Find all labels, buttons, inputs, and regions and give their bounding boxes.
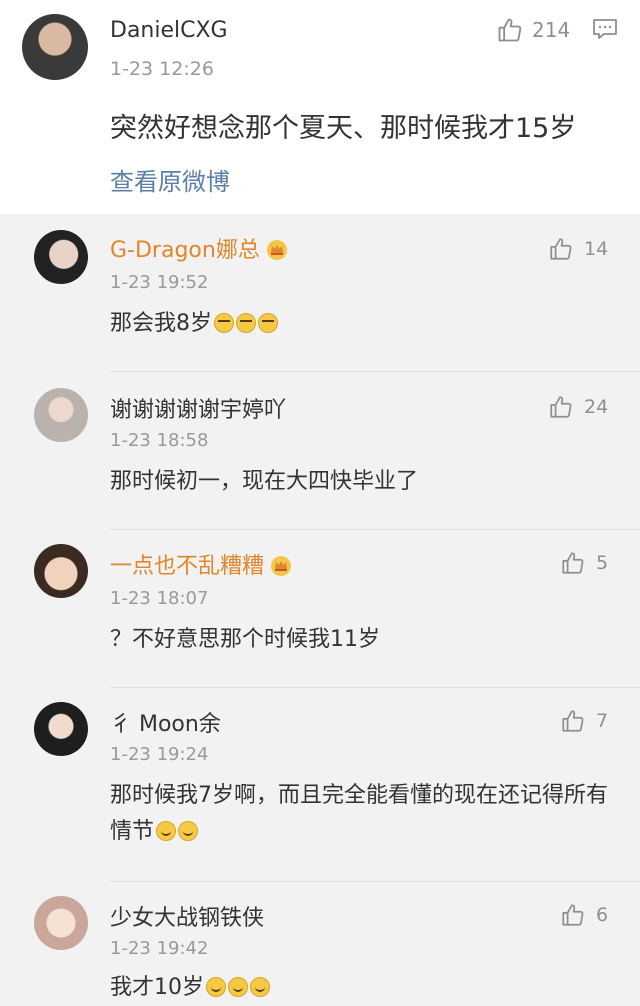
reply-username[interactable]: 彳 Moon余 xyxy=(110,706,221,738)
like-count: 214 xyxy=(532,18,571,42)
reply-text: ？不好意思那个时候我11岁 xyxy=(110,627,380,652)
like-count: 24 xyxy=(584,396,609,418)
avatar[interactable] xyxy=(34,544,88,598)
reply-text-content: 那会我8岁 xyxy=(110,311,212,336)
like-button[interactable]: 6 xyxy=(560,902,608,928)
emoji-icon xyxy=(214,313,234,333)
crown-icon xyxy=(271,556,292,576)
emoji-icon xyxy=(228,977,248,997)
thumbs-up-icon xyxy=(550,238,572,260)
timestamp: 1-23 19:24 xyxy=(110,744,209,765)
crown-icon xyxy=(266,240,287,260)
username-text: 一点也不乱糟糟 xyxy=(110,554,265,579)
reply-text: 我才10岁 xyxy=(110,970,620,1006)
like-button[interactable]: 7 xyxy=(560,708,608,734)
avatar[interactable] xyxy=(34,702,88,756)
reply-item: 谢谢谢谢谢宇婷吖 1-23 18:58 那时候初一，现在大四快毕业了 24 xyxy=(0,372,640,530)
timestamp: 1-23 12:26 xyxy=(110,58,214,80)
reply-item: G-Dragon娜总 1-23 19:52 那会我8岁 14 xyxy=(0,214,640,372)
emoji-icon xyxy=(206,977,226,997)
reply-text: 那会我8岁 xyxy=(110,306,620,342)
like-count: 5 xyxy=(596,552,609,574)
like-button[interactable]: 24 xyxy=(548,394,608,420)
thumbs-up-icon xyxy=(562,904,584,926)
reply-text-content: 我才10岁 xyxy=(110,975,204,1000)
timestamp: 1-23 18:07 xyxy=(110,588,209,609)
username[interactable]: DanielCXG xyxy=(110,18,228,43)
avatar[interactable] xyxy=(34,388,88,442)
reply-username[interactable]: 谢谢谢谢谢宇婷吖 xyxy=(110,392,286,424)
thumbs-up-icon xyxy=(498,18,522,42)
timestamp: 1-23 19:42 xyxy=(110,938,209,959)
reply-username[interactable]: 一点也不乱糟糟 xyxy=(110,548,292,580)
emoji-icon xyxy=(156,821,177,841)
like-count: 6 xyxy=(596,904,609,926)
like-count: 14 xyxy=(584,238,609,260)
view-original-link[interactable]: 查看原微博 xyxy=(110,162,230,197)
emoji-icon xyxy=(236,313,256,333)
comment-text: 突然好想念那个夏天、那时候我才15岁 xyxy=(110,113,577,144)
thumbs-up-icon xyxy=(562,552,584,574)
avatar[interactable] xyxy=(22,14,88,80)
reply-text: 那时候我7岁啊，而且完全能看懂的现在还记得所有情节 xyxy=(110,778,610,850)
reply-username[interactable]: G-Dragon娜总 xyxy=(110,232,288,264)
like-button[interactable]: 5 xyxy=(560,550,608,576)
reply-username[interactable]: 少女大战钢铁侠 xyxy=(110,900,264,932)
comment-bubble-icon[interactable] xyxy=(592,18,618,40)
like-count: 7 xyxy=(596,710,609,732)
reply-item: 彳 Moon余 1-23 19:24 那时候我7岁啊，而且完全能看懂的现在还记得… xyxy=(0,688,640,882)
avatar[interactable] xyxy=(34,896,88,950)
like-button[interactable]: 214 xyxy=(496,16,570,44)
emoji-icon xyxy=(258,313,278,333)
thumbs-up-icon xyxy=(550,396,572,418)
main-comment: DanielCXG 1-23 12:26 突然好想念那个夏天、那时候我才15岁 … xyxy=(0,0,640,214)
timestamp: 1-23 18:58 xyxy=(110,430,209,451)
like-button[interactable]: 14 xyxy=(548,236,608,262)
reply-item: 少女大战钢铁侠 1-23 19:42 我才10岁 6 xyxy=(0,882,640,1004)
timestamp: 1-23 19:52 xyxy=(110,272,209,293)
reply-item: 一点也不乱糟糟 1-23 18:07 ？不好意思那个时候我11岁 5 xyxy=(0,530,640,688)
username-text: G-Dragon娜总 xyxy=(110,238,260,263)
emoji-icon xyxy=(250,977,270,997)
emoji-icon xyxy=(178,821,199,841)
avatar[interactable] xyxy=(34,230,88,284)
thumbs-up-icon xyxy=(562,710,584,732)
reply-text: 那时候初一，现在大四快毕业了 xyxy=(110,469,419,494)
